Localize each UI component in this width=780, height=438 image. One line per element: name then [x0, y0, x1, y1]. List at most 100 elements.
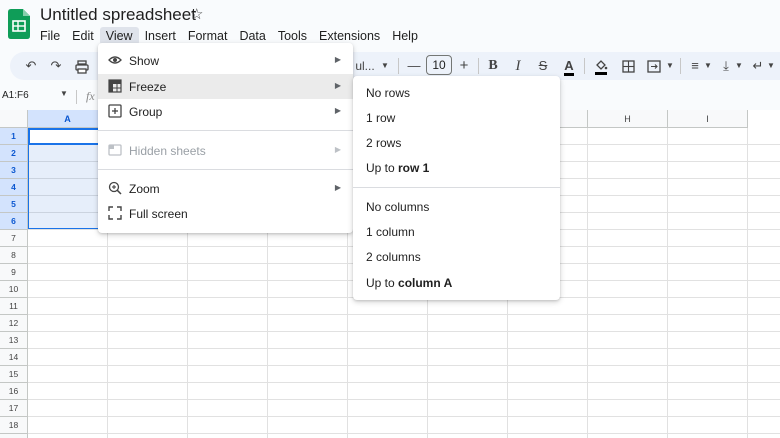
- plus-box-icon: [108, 104, 122, 118]
- menu-edit[interactable]: Edit: [66, 27, 100, 45]
- toolbar-divider: [680, 58, 681, 74]
- view-menu-show-label: Show: [129, 54, 160, 68]
- vertical-align-icon[interactable]: ⤓: [718, 52, 734, 80]
- borders-icon[interactable]: [619, 52, 637, 80]
- undo-icon[interactable]: ↶: [22, 52, 40, 80]
- wrap-caret-icon[interactable]: ▼: [766, 52, 776, 80]
- row-header-7[interactable]: 7: [0, 230, 28, 247]
- row-header-8[interactable]: 8: [0, 247, 28, 264]
- function-icon: fx: [86, 89, 95, 103]
- freeze-no-rows-label: No rows: [366, 86, 411, 100]
- row-header-17[interactable]: 17: [0, 400, 28, 417]
- view-menu-full-screen-label: Full screen: [129, 207, 188, 221]
- freeze-2-columns-label: 2 columns: [366, 250, 421, 264]
- row-header-2[interactable]: 2: [0, 145, 28, 162]
- menu-file[interactable]: File: [34, 27, 66, 45]
- view-menu-show[interactable]: Show ▶: [98, 48, 353, 73]
- freeze-up-to-row[interactable]: Up to row 1: [353, 155, 560, 180]
- freeze-1-column-label: 1 column: [366, 225, 415, 239]
- column-gridline: [747, 128, 748, 438]
- sheets-app: Untitled spreadsheet ☆ File Edit View In…: [0, 0, 780, 438]
- row-header-9[interactable]: 9: [0, 264, 28, 281]
- merge-cells-icon[interactable]: [645, 52, 663, 80]
- toolbar-divider: [584, 58, 585, 74]
- view-menu-zoom[interactable]: Zoom ▶: [98, 176, 353, 201]
- freeze-icon: [108, 79, 122, 93]
- toolbar-divider: [478, 58, 479, 74]
- merge-caret-icon[interactable]: ▼: [665, 52, 675, 80]
- freeze-up-to-column-label: Up to column A: [366, 276, 452, 290]
- print-icon[interactable]: [73, 52, 91, 80]
- row-header-19[interactable]: 19: [0, 434, 28, 438]
- fill-color-icon[interactable]: [592, 52, 610, 80]
- freeze-up-to-column-prefix: Up to: [366, 276, 399, 290]
- name-box-caret-icon[interactable]: ▼: [60, 89, 68, 98]
- column-header-h[interactable]: H: [588, 110, 668, 128]
- row-header-15[interactable]: 15: [0, 366, 28, 383]
- row-header-11[interactable]: 11: [0, 298, 28, 315]
- redo-icon[interactable]: ↷: [47, 52, 65, 80]
- row-header-5[interactable]: 5: [0, 196, 28, 213]
- submenu-arrow-icon: ▶: [334, 145, 341, 154]
- formula-divider: [76, 90, 77, 104]
- row-header-14[interactable]: 14: [0, 349, 28, 366]
- toolbar-divider: [398, 58, 399, 74]
- row-header-1[interactable]: 1: [0, 128, 28, 145]
- view-menu-group[interactable]: Group ▶: [98, 99, 353, 124]
- menu-help[interactable]: Help: [386, 27, 424, 45]
- align-caret-icon[interactable]: ▼: [703, 52, 713, 80]
- hidden-sheet-icon: [108, 144, 122, 156]
- freeze-no-columns[interactable]: No columns: [353, 194, 560, 219]
- sheets-logo-icon[interactable]: [8, 9, 30, 39]
- submenu-arrow-icon: ▶: [334, 81, 341, 90]
- select-all-corner[interactable]: [0, 110, 28, 128]
- text-color-icon[interactable]: A: [560, 52, 578, 80]
- view-menu-zoom-label: Zoom: [129, 182, 160, 196]
- freeze-2-columns[interactable]: 2 columns: [353, 244, 560, 269]
- view-menu-hidden-sheets: Hidden sheets ▶: [98, 138, 353, 163]
- submenu-arrow-icon: ▶: [334, 55, 341, 64]
- freeze-up-to-column-target: column A: [398, 276, 453, 290]
- column-header-a[interactable]: A: [28, 110, 108, 128]
- star-icon[interactable]: ☆: [190, 5, 203, 23]
- row-header-18[interactable]: 18: [0, 417, 28, 434]
- view-menu-full-screen[interactable]: Full screen: [98, 201, 353, 226]
- freeze-1-row[interactable]: 1 row: [353, 105, 560, 130]
- submenu-arrow-icon: ▶: [334, 106, 341, 115]
- active-cell[interactable]: [28, 128, 108, 145]
- fullscreen-icon: [108, 206, 122, 220]
- submenu-arrow-icon: ▶: [334, 183, 341, 192]
- text-wrap-icon[interactable]: ↵: [750, 52, 766, 80]
- row-header-6[interactable]: 6: [0, 213, 28, 230]
- freeze-up-to-row-label: Up to row 1: [366, 161, 429, 175]
- view-menu-group-label: Group: [129, 105, 163, 119]
- freeze-2-rows[interactable]: 2 rows: [353, 130, 560, 155]
- freeze-up-to-row-prefix: Up to: [366, 161, 399, 175]
- row-header-16[interactable]: 16: [0, 383, 28, 400]
- eye-icon: [108, 56, 122, 64]
- row-header-10[interactable]: 10: [0, 281, 28, 298]
- valign-caret-icon[interactable]: ▼: [734, 52, 744, 80]
- view-menu: Show ▶ Freeze ▶ Group ▶ Hidden sheets ▶ …: [98, 43, 353, 233]
- name-box[interactable]: A1:F6: [2, 90, 29, 101]
- freeze-no-columns-label: No columns: [366, 200, 430, 214]
- freeze-2-rows-label: 2 rows: [366, 136, 402, 150]
- column-gridline: [667, 128, 668, 438]
- view-menu-hidden-sheets-label: Hidden sheets: [129, 144, 206, 158]
- column-header-i[interactable]: I: [668, 110, 748, 128]
- document-title[interactable]: Untitled spreadsheet: [40, 5, 196, 25]
- row-header-13[interactable]: 13: [0, 332, 28, 349]
- menu-divider: [98, 169, 353, 170]
- row-header-12[interactable]: 12: [0, 315, 28, 332]
- freeze-1-row-label: 1 row: [366, 111, 396, 125]
- freeze-1-column[interactable]: 1 column: [353, 219, 560, 244]
- horizontal-align-icon[interactable]: ≡: [686, 52, 704, 80]
- freeze-no-rows[interactable]: No rows: [353, 80, 560, 105]
- row-header-4[interactable]: 4: [0, 179, 28, 196]
- font-size-input[interactable]: 10: [426, 55, 452, 75]
- menu-divider: [98, 130, 353, 131]
- freeze-up-to-column[interactable]: Up to column A: [353, 270, 560, 295]
- row-header-3[interactable]: 3: [0, 162, 28, 179]
- zoom-icon: [108, 181, 122, 195]
- view-menu-freeze[interactable]: Freeze ▶: [98, 74, 353, 99]
